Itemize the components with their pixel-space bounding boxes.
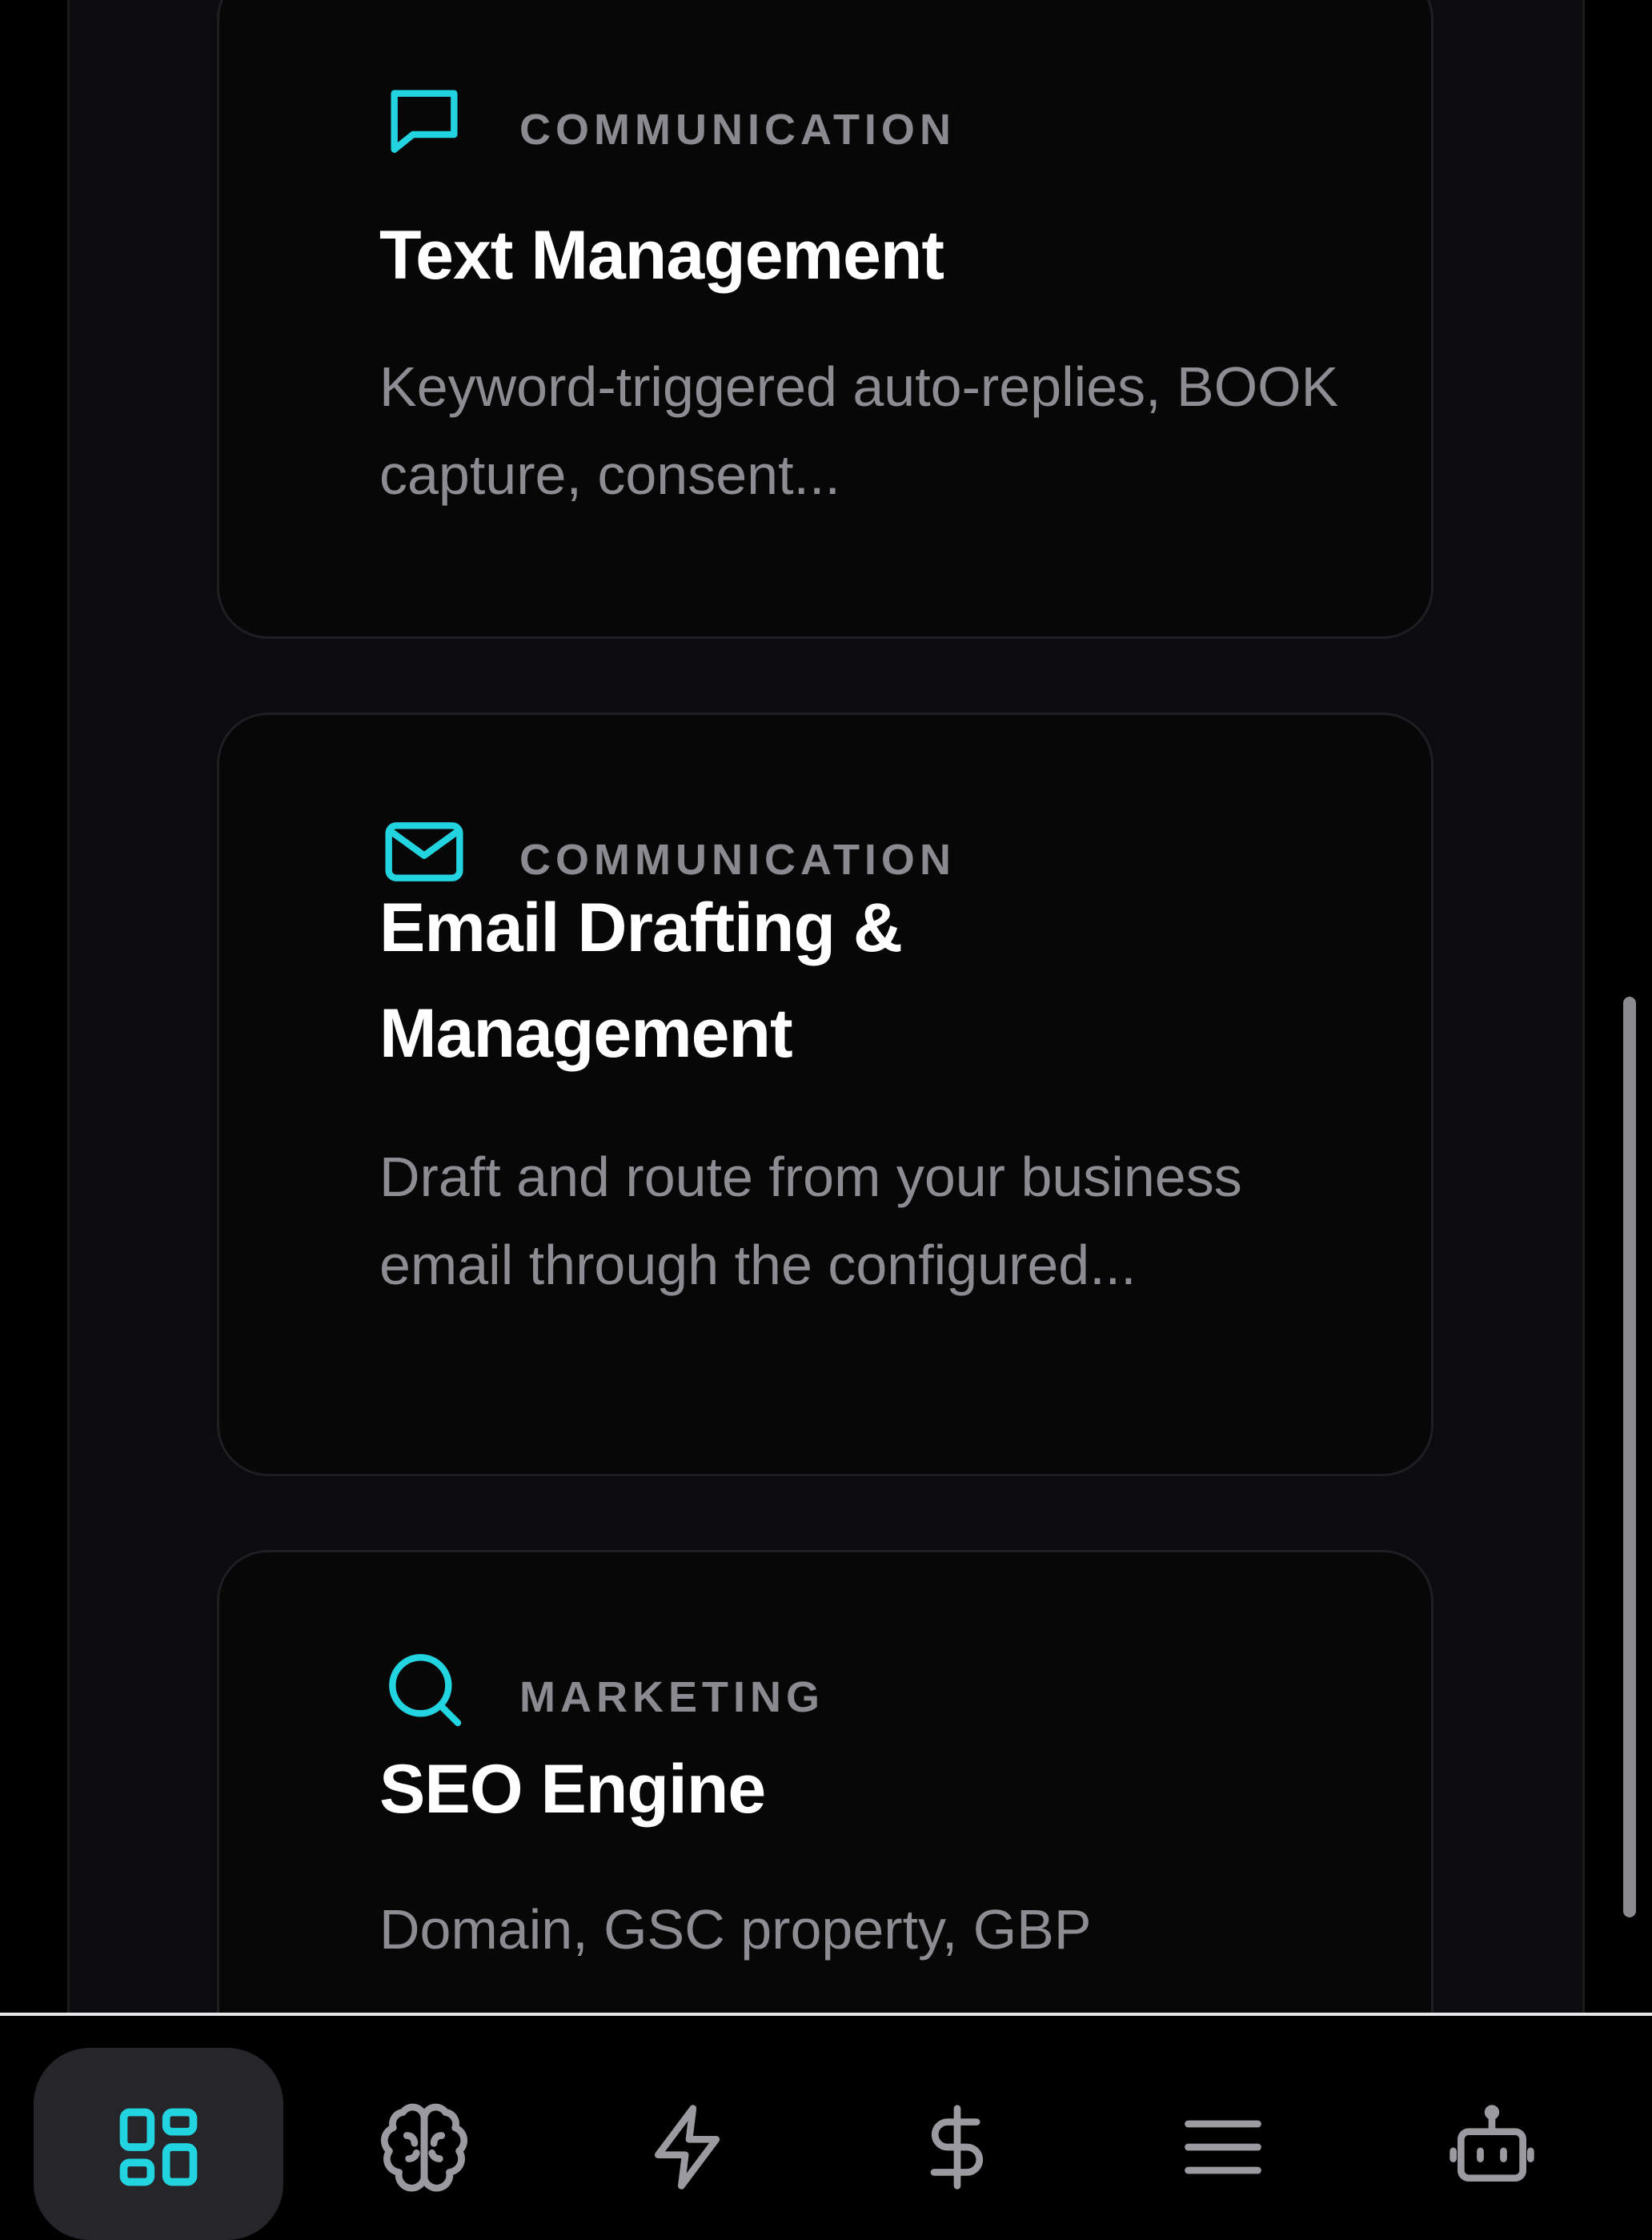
card-category: MARKETING (519, 1673, 824, 1721)
feature-card-email-drafting[interactable]: COMMUNICATION Email Drafting & Managemen… (217, 713, 1433, 1476)
tab-assistant[interactable] (1367, 2048, 1617, 2240)
card-title: Text Management (379, 217, 944, 294)
bot-icon (1450, 2105, 1534, 2182)
feature-card-seo-engine[interactable]: MARKETING SEO Engine Domain, GSC propert… (217, 1550, 1433, 2014)
dashboard-grid-icon (119, 2108, 198, 2186)
dollar-sign-icon (930, 2105, 984, 2190)
tab-brain[interactable] (299, 2048, 549, 2240)
tab-menu[interactable] (1098, 2048, 1348, 2240)
bottom-tab-bar (0, 2013, 1652, 2240)
feature-card-text-management[interactable]: COMMUNICATION Text Management Keyword-tr… (217, 0, 1433, 639)
card-title: Email Drafting & Management (379, 889, 903, 1072)
card-category: COMMUNICATION (519, 106, 956, 154)
menu-icon (1185, 2120, 1261, 2174)
lightning-bolt-icon (654, 2105, 720, 2190)
feature-list-panel: COMMUNICATION Text Management Keyword-tr… (67, 0, 1585, 2014)
card-header (379, 1644, 469, 1734)
card-description: Domain, GSC property, GBP (379, 1898, 1092, 1961)
message-square-icon (391, 90, 458, 153)
tab-dashboard[interactable] (34, 2048, 283, 2240)
scrollbar[interactable] (1623, 997, 1636, 1917)
tab-billing[interactable] (832, 2048, 1082, 2240)
card-description: Draft and route from your business email… (379, 1146, 1242, 1296)
card-description: Keyword-triggered auto-replies, BOOK cap… (379, 355, 1339, 506)
tab-automations[interactable] (564, 2048, 814, 2240)
search-icon (389, 1654, 462, 1727)
card-header (379, 78, 469, 168)
card-title: SEO Engine (379, 1751, 766, 1828)
brain-icon (380, 2103, 468, 2192)
